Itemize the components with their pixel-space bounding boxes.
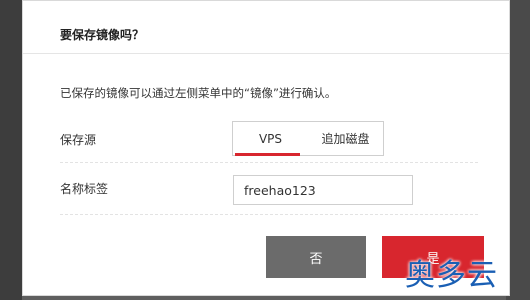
save-source-segmented-control: VPS 追加磁盘 — [232, 121, 384, 156]
name-tag-input[interactable] — [233, 175, 413, 205]
watermark-logo: 奥多云 — [405, 258, 498, 293]
name-tag-label: 名称标签 — [60, 182, 109, 196]
dialog-title: 要保存镜像吗？ — [60, 28, 145, 42]
source-tab-additional-disk[interactable]: 追加磁盘 — [308, 122, 383, 155]
row-divider — [60, 162, 478, 163]
cancel-button[interactable]: 否 — [266, 236, 366, 278]
source-tab-vps[interactable]: VPS — [233, 122, 308, 156]
dialog-description: 已保存的镜像可以通过左侧菜单中的“镜像”进行确认。 — [60, 86, 337, 100]
page-backdrop-left — [0, 0, 22, 300]
save-source-label: 保存源 — [60, 133, 97, 147]
row-divider — [60, 214, 478, 215]
title-divider — [23, 53, 509, 54]
